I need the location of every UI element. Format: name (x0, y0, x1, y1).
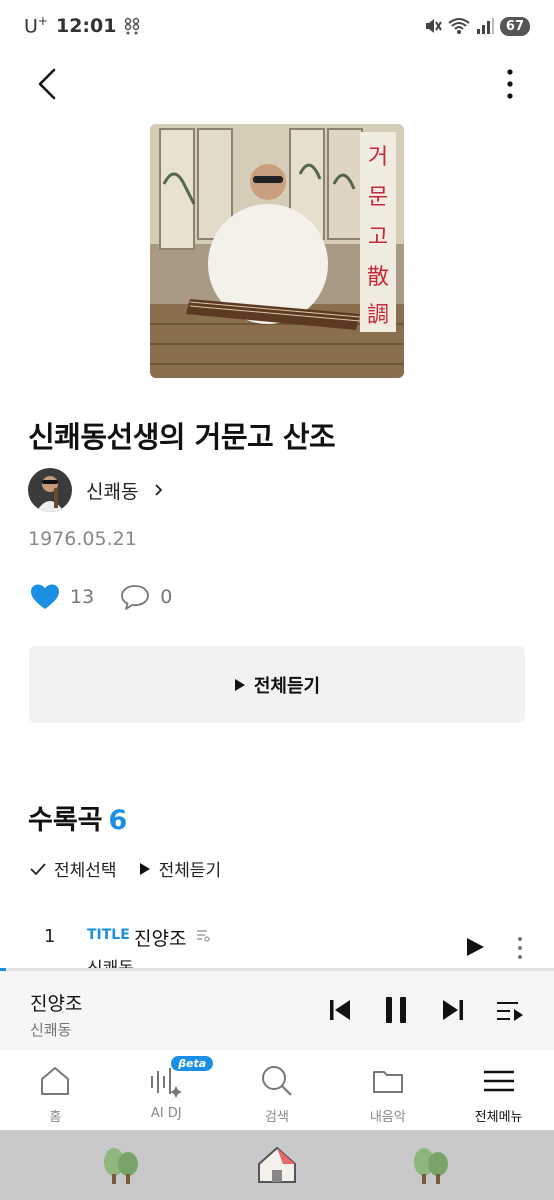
nav-label-my-music: 내음악 (369, 1110, 406, 1125)
status-clock: 12:01 (55, 14, 117, 37)
cover-text-char-5: 調 (367, 303, 389, 328)
list-play-all-label: 전체듣기 (158, 861, 222, 881)
beta-badge: βeta (171, 1056, 214, 1071)
artist-link[interactable]: 신쾌동 (28, 468, 166, 512)
comment-count: 0 (160, 586, 173, 608)
chevron-right-icon (155, 484, 163, 496)
nav-label-home: 홈 (49, 1110, 62, 1125)
nav-label-menu: 전체메뉴 (474, 1110, 523, 1125)
play-all-label: 전체듣기 (253, 675, 321, 697)
status-bar: U+ 12:01 67 (0, 0, 554, 52)
previous-track-icon[interactable] (328, 997, 352, 1023)
battery-indicator: 67 (499, 16, 530, 36)
nav-item-menu[interactable]: 전체메뉴 (443, 1050, 554, 1130)
heart-icon (31, 584, 59, 609)
nav-item-search[interactable]: 검색 (222, 1050, 333, 1130)
mini-player-artist: 신쾌동 (30, 1021, 72, 1039)
list-play-all-button[interactable]: 전체듣기 (139, 856, 222, 881)
nav-label-search: 검색 (265, 1110, 289, 1125)
track-title: 진양조 (134, 928, 187, 950)
cover-text-char-3: 고 (368, 225, 388, 250)
stats-row: 13 0 (30, 583, 198, 611)
house-icon[interactable] (255, 1142, 299, 1186)
avatar (28, 468, 72, 512)
like-button[interactable]: 13 (30, 583, 94, 611)
playlist-icon[interactable] (496, 1001, 524, 1023)
nav-label-ai-dj: AI DJ (150, 1106, 182, 1121)
ai-dj-icon: βeta (149, 1056, 214, 1098)
select-all-button[interactable]: 전체선택 (30, 856, 117, 881)
launcher-bar (0, 1130, 554, 1200)
play-icon (234, 678, 245, 691)
track-row[interactable]: 1 TITLE 진양조 신쾌동 (0, 918, 554, 970)
play-all-button[interactable]: 전체듣기 (29, 646, 525, 723)
nav-item-my-music[interactable]: 내음악 (332, 1050, 443, 1130)
wifi-icon (448, 18, 470, 34)
like-count: 13 (70, 586, 95, 608)
mini-player[interactable]: 진양조 신쾌동 (0, 968, 554, 1050)
nav-item-ai-dj[interactable]: βeta AI DJ (111, 1050, 222, 1130)
search-icon (261, 1066, 292, 1096)
track-number: 1 (44, 926, 56, 947)
album-cover-image[interactable]: 거 문 고 散 調 (150, 124, 404, 378)
app-notification-icon (125, 17, 140, 35)
release-date: 1976.05.21 (28, 528, 137, 550)
title-badge: TITLE (87, 927, 130, 943)
back-arrow-icon (38, 68, 56, 100)
artist-name: 신쾌동 (86, 480, 139, 503)
tree-icon[interactable] (410, 1142, 454, 1186)
play-icon (139, 862, 150, 875)
cover-text-char-2: 문 (368, 185, 388, 210)
mute-icon (425, 19, 442, 33)
bottom-navigation: 홈 βeta AI DJ 검색 내음악 전체메뉴 (0, 1050, 554, 1130)
signal-icon (476, 18, 494, 34)
select-all-label: 전체선택 (54, 861, 117, 881)
album-title: 신쾌동선생의 거문고 산조 (28, 420, 336, 454)
cover-text-char-1: 거 (368, 145, 388, 170)
tree-icon[interactable] (100, 1142, 144, 1186)
track-more-icon[interactable] (515, 936, 525, 960)
track-count: 6 (108, 805, 128, 836)
more-options-button[interactable] (500, 64, 520, 104)
playback-progress[interactable] (0, 968, 6, 971)
comment-button[interactable]: 0 (120, 583, 172, 611)
pause-icon[interactable] (383, 995, 409, 1025)
mini-player-title: 진양조 (30, 993, 83, 1015)
menu-icon (483, 1070, 514, 1092)
tracklist-heading: 수록곡 6 (28, 805, 128, 836)
check-icon (30, 862, 46, 875)
folder-icon (372, 1071, 403, 1093)
cover-text-char-4: 散 (367, 265, 389, 290)
next-track-icon[interactable] (441, 997, 465, 1023)
carrier-label: U+ (24, 14, 48, 38)
track-play-icon[interactable] (464, 936, 486, 958)
more-vertical-icon (507, 69, 513, 99)
comment-icon (121, 585, 150, 610)
lyrics-icon (197, 930, 210, 942)
nav-item-home[interactable]: 홈 (0, 1050, 111, 1130)
list-actions: 전체선택 전체듣기 (30, 856, 221, 881)
back-button[interactable] (30, 62, 66, 106)
home-icon (41, 1067, 70, 1095)
